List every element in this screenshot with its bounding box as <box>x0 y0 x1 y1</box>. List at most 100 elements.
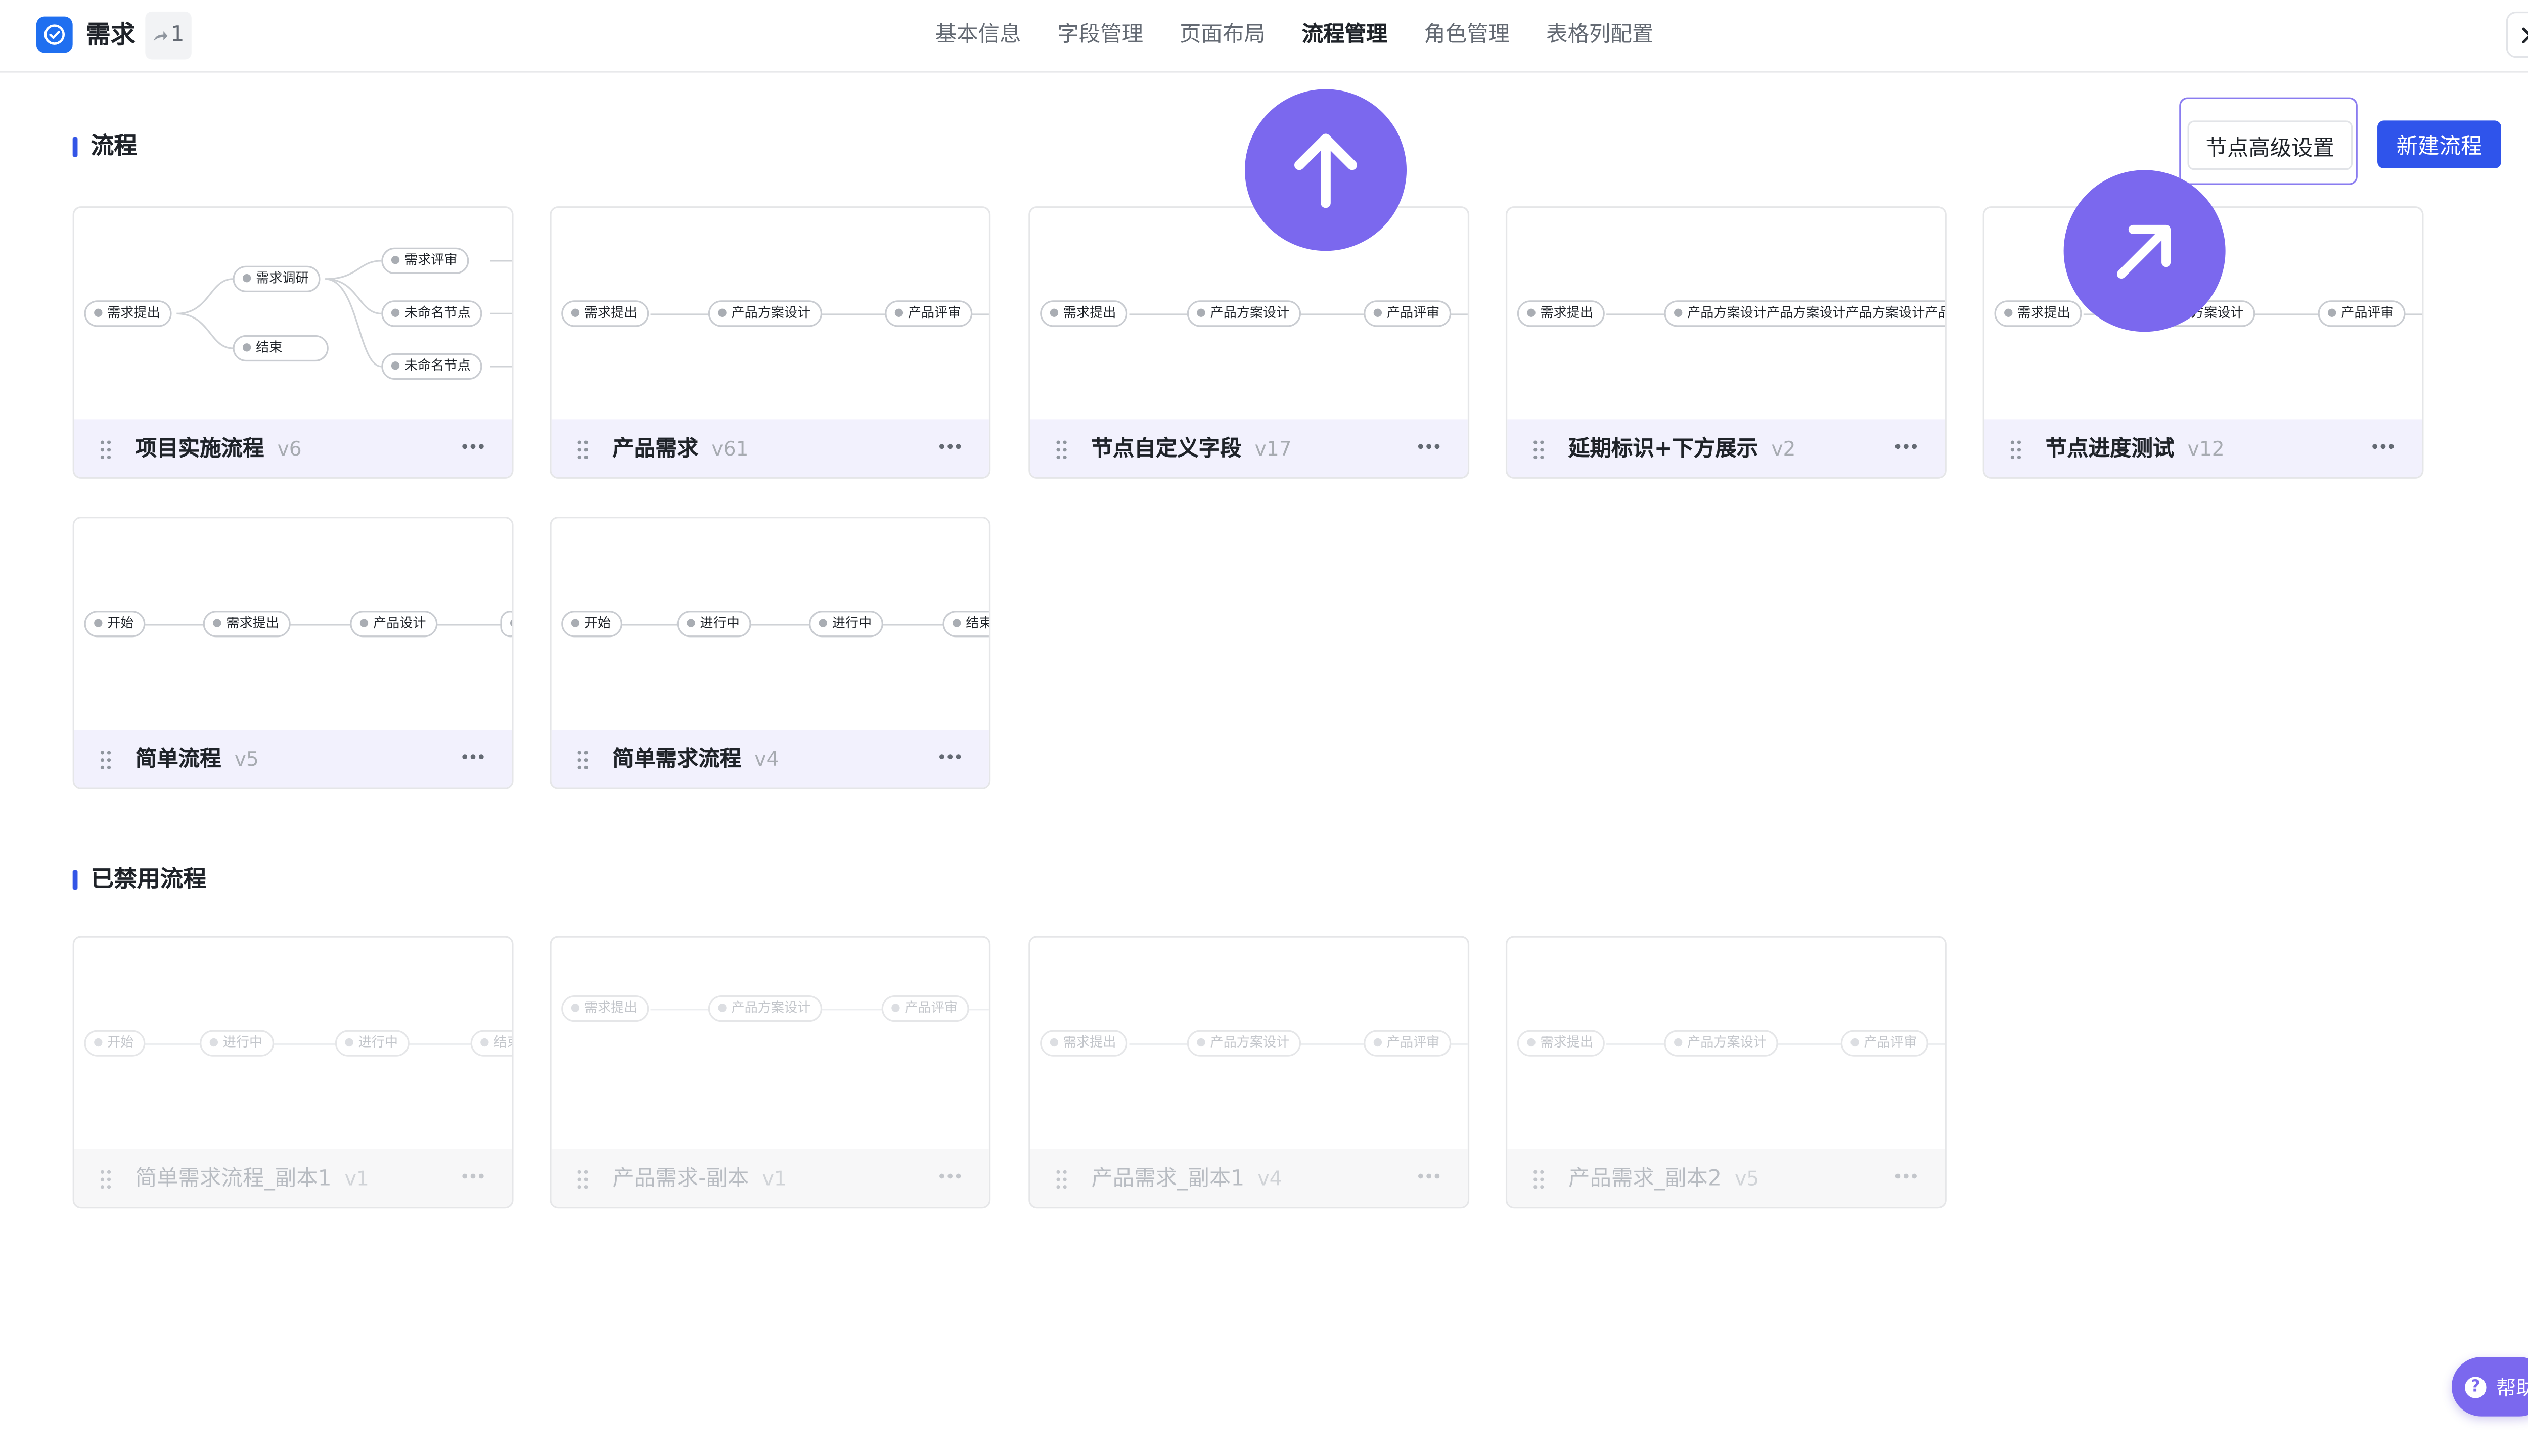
card-footer: 简单需求流程 v4 <box>551 730 989 788</box>
card-footer: 简单需求流程_副本1 v1 <box>74 1149 512 1207</box>
flow-node: 结束 <box>942 611 989 638</box>
flow-node: 结束 <box>233 335 329 362</box>
flow-node: 开始 <box>561 611 623 638</box>
flow-preview: 需求提出 产品方案设计产品方案设计产品方案设计产品方案设计 <box>1507 208 1945 419</box>
more-horizontal-icon[interactable] <box>939 754 963 761</box>
disabled-flow-card[interactable]: 需求提出 产品方案设计 产品评审 产品需求_副本2 v5 <box>1505 936 1947 1209</box>
card-name: 简单需求流程 v4 <box>612 730 779 787</box>
flow-version: v4 <box>754 748 779 771</box>
section-title-disabled: 已禁用流程 <box>72 867 206 893</box>
flow-node: 产品评审 <box>1364 1030 1452 1057</box>
card-name: 产品需求_副本2 v5 <box>1568 1149 1759 1207</box>
flow-management-page: 需求 1 基本信息 字段管理 页面布局 流程管理 角色管理 表格列配置 流程 节… <box>0 0 2528 1454</box>
tab-field-management[interactable]: 字段管理 <box>1057 0 1143 71</box>
flow-node-partial <box>500 611 512 638</box>
flow-node: 产品评审 <box>1840 1030 1928 1057</box>
flow-preview: 需求提出 产品方案设计 产品评审 <box>1030 938 1468 1149</box>
flow-node: 产品设计 <box>350 611 438 638</box>
flow-version: v4 <box>1257 1167 1282 1191</box>
flow-version: v17 <box>1254 437 1292 461</box>
tab-flow-management[interactable]: 流程管理 <box>1302 0 1388 71</box>
flow-name: 延期标识+下方展示 <box>1568 437 1758 463</box>
more-horizontal-icon[interactable] <box>939 444 963 450</box>
node-advanced-settings-button[interactable]: 节点高级设置 <box>2187 120 2353 170</box>
card-name: 项目实施流程 v6 <box>136 419 302 477</box>
card-name: 简单流程 v5 <box>135 730 259 787</box>
flow-card[interactable]: 需求提出 产品方案设计 产品评审 产品需求 v61 <box>550 206 991 479</box>
flow-preview: 开始 进行中 进行中 结束 <box>74 938 512 1149</box>
flow-node: 结束 <box>470 1030 512 1057</box>
flow-version: v1 <box>762 1167 787 1191</box>
card-footer: 节点进度测试 v12 <box>1984 419 2422 477</box>
flow-preview: 需求提出 产品方案设计 产品评审 <box>1030 208 1468 419</box>
drag-handle-icon[interactable] <box>576 749 590 770</box>
close-button[interactable] <box>2506 11 2528 58</box>
drag-handle-icon[interactable] <box>99 749 112 770</box>
flow-node: 未命名节点 <box>381 300 482 327</box>
question-circle-icon: ? <box>2465 1376 2487 1398</box>
card-name: 延期标识+下方展示 v2 <box>1568 419 1795 477</box>
drag-handle-icon[interactable] <box>1055 439 1068 461</box>
more-horizontal-icon[interactable] <box>462 754 485 761</box>
drag-handle-icon[interactable] <box>99 1169 112 1190</box>
flow-preview: 开始 进行中 进行中 结束 <box>552 518 989 730</box>
top-header: 需求 1 基本信息 字段管理 页面布局 流程管理 角色管理 表格列配置 <box>0 0 2528 73</box>
flow-node: 进行中 <box>676 611 751 638</box>
flow-name: 产品需求_副本1 <box>1091 1167 1245 1192</box>
more-horizontal-icon[interactable] <box>1895 444 1919 450</box>
flow-node: 需求提出 <box>84 300 172 327</box>
close-icon <box>2521 26 2528 43</box>
flow-node: 产品评审 <box>2318 300 2406 327</box>
help-label: 帮助 <box>2496 1376 2528 1399</box>
drag-handle-icon[interactable] <box>1055 1169 1068 1190</box>
flow-node: 需求提出 <box>1040 1030 1128 1057</box>
drag-handle-icon[interactable] <box>2009 439 2022 461</box>
flow-node: 产品方案设计 <box>708 300 823 327</box>
card-footer: 产品需求 v61 <box>551 419 989 477</box>
flow-card[interactable]: 开始 进行中 进行中 结束 简单需求流程 v4 <box>550 517 991 789</box>
tab-table-columns[interactable]: 表格列配置 <box>1546 0 1653 71</box>
more-horizontal-icon[interactable] <box>2372 444 2396 450</box>
tab-page-layout[interactable]: 页面布局 <box>1180 0 1266 71</box>
flow-preview: 需求提出 需求调研 结束 需求评审 未命名节点 未命名节点 <box>74 208 512 419</box>
tab-role-management[interactable]: 角色管理 <box>1424 0 1510 71</box>
drag-handle-icon[interactable] <box>576 1169 590 1190</box>
flow-preview: 需求提出 产品方案设计 产品评审 <box>552 208 989 419</box>
drag-handle-icon[interactable] <box>1532 1169 1545 1190</box>
more-horizontal-icon[interactable] <box>1418 1173 1441 1180</box>
flow-card[interactable]: 需求提出 需求调研 结束 需求评审 未命名节点 未命名节点 项目实施流程 v6 <box>72 206 514 479</box>
disabled-flow-card[interactable]: 需求提出 产品方案设计 产品评审 产品需求_副本1 v4 <box>1028 936 1470 1209</box>
flow-node: 开始 <box>84 1030 146 1057</box>
section-title-flows: 流程 <box>72 133 137 160</box>
disabled-flow-card[interactable]: 需求提出 产品方案设计 产品评审 产品需求-副本 v1 <box>550 936 991 1209</box>
flow-node: 产品方案设计 <box>1664 1030 1778 1057</box>
flow-line <box>140 624 512 626</box>
help-button[interactable]: ? 帮助 <box>2451 1357 2528 1417</box>
flow-card[interactable]: 需求提出 产品方案设计 产品评审 节点自定义字段 v17 <box>1028 206 1470 479</box>
more-horizontal-icon[interactable] <box>462 444 485 450</box>
drag-handle-icon[interactable] <box>99 439 112 461</box>
flow-card[interactable]: 开始 需求提出 产品设计 简单流程 v5 <box>72 517 514 789</box>
flow-node: 需求评审 <box>381 247 469 275</box>
more-horizontal-icon[interactable] <box>1418 444 1441 450</box>
flow-card[interactable]: 需求提出 产品方案设计产品方案设计产品方案设计产品方案设计 延期标识+下方展示 v… <box>1505 206 1947 479</box>
card-footer: 产品需求_副本2 v5 <box>1507 1149 1945 1207</box>
tab-basic-info[interactable]: 基本信息 <box>935 0 1021 71</box>
flow-node: 需求提出 <box>1994 300 2082 327</box>
more-horizontal-icon[interactable] <box>462 1173 485 1180</box>
flow-name: 简单流程 <box>135 748 221 773</box>
new-flow-button[interactable]: 新建流程 <box>2377 120 2501 169</box>
disabled-flow-card[interactable]: 开始 进行中 进行中 结束 简单需求流程_副本1 v1 <box>72 936 514 1209</box>
drag-handle-icon[interactable] <box>576 439 590 461</box>
flow-node: 需求提出 <box>1040 300 1128 327</box>
more-horizontal-icon[interactable] <box>1895 1173 1919 1180</box>
more-horizontal-icon[interactable] <box>939 1173 963 1180</box>
flow-node: 开始 <box>84 611 146 638</box>
drag-handle-icon[interactable] <box>1532 439 1545 461</box>
card-name: 产品需求_副本1 v4 <box>1091 1149 1282 1207</box>
flow-preview: 需求提出 产品方案设计 产品评审 <box>1507 938 1945 1149</box>
card-footer: 节点自定义字段 v17 <box>1030 419 1468 477</box>
flow-node: 需求提出 <box>203 611 291 638</box>
flow-node: 需求提出 <box>1517 300 1605 327</box>
flow-name: 产品需求-副本 <box>612 1167 749 1192</box>
